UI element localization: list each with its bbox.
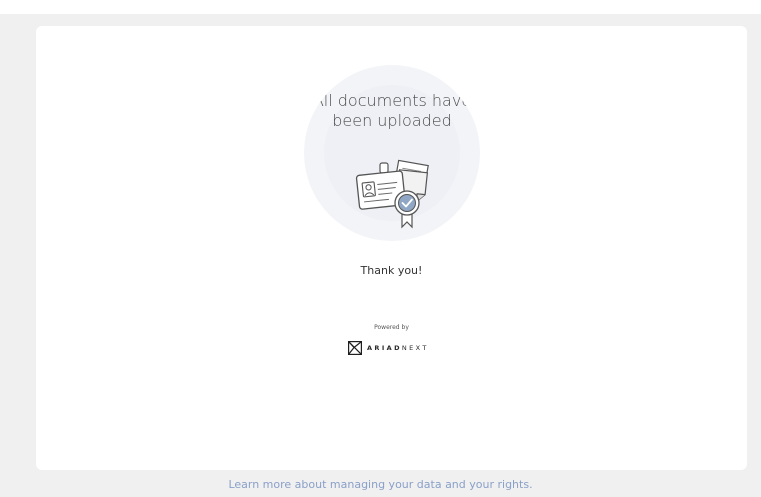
powered-by-label: Powered by (374, 324, 409, 331)
brand-name-bold: ARIAD (367, 344, 402, 352)
status-title: All documents have been uploaded (312, 91, 472, 130)
ariadnext-logo-icon (348, 341, 362, 355)
data-rights-link[interactable]: Learn more about managing your data and … (0, 478, 761, 491)
brand-name: ARIADNEXT (367, 344, 429, 352)
status-card: All documents have been uploaded Thank y… (36, 26, 747, 470)
status-circle: All documents have been uploaded (304, 65, 480, 241)
thank-you-message: Thank you! (360, 264, 423, 277)
top-band (0, 0, 761, 14)
id-card-with-certificate-badge-icon (355, 159, 429, 229)
page-background: All documents have been uploaded Thank y… (0, 0, 761, 497)
brand-logo: ARIADNEXT (348, 341, 429, 355)
brand-name-light: NEXT (401, 344, 429, 352)
